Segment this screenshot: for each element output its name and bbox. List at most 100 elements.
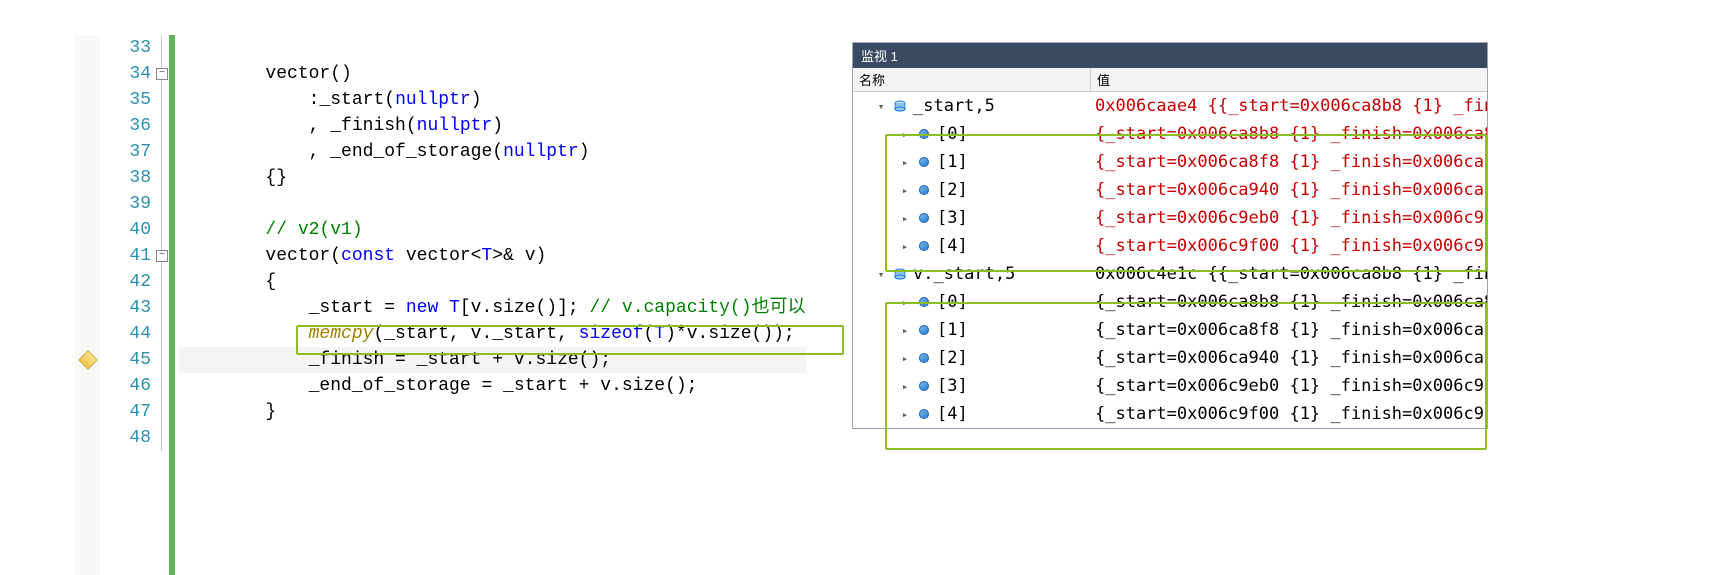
code-line[interactable]: vector() — [179, 61, 806, 87]
line-number: 44 — [100, 321, 151, 347]
line-number: 48 — [100, 425, 151, 451]
watch-header-value[interactable]: 值 — [1091, 68, 1487, 91]
line-number: 43 — [100, 295, 151, 321]
watch-value: {_start=0x006ca940 {1} _finish=0x006ca94… — [1091, 348, 1487, 368]
code-highlight-box — [296, 325, 844, 355]
execution-pointer-icon — [78, 350, 98, 370]
watch-element-icon — [915, 349, 933, 367]
watch-row[interactable]: ▸ [4] {_start=0x006c9f00 {1} _finish=0x006… — [853, 400, 1487, 428]
watch-value: {_start=0x006ca8b8 {1} _finish=0x006ca8b… — [1091, 124, 1487, 144]
code-line[interactable]: , _finish(nullptr) — [179, 113, 806, 139]
watch-name: [0] — [937, 124, 968, 144]
code-line[interactable]: {} — [179, 165, 806, 191]
watch-value: {_start=0x006c9eb0 {1} _finish=0x006c9ec… — [1091, 208, 1487, 228]
watch-name: [1] — [937, 320, 968, 340]
watch-element-icon — [915, 181, 933, 199]
expand-toggle[interactable]: ▸ — [899, 128, 911, 141]
watch-row[interactable]: ▸ [0] {_start=0x006ca8b8 {1} _finish=0x006… — [853, 120, 1487, 148]
code-line[interactable]: // v2(v1) — [179, 217, 806, 243]
expand-toggle[interactable]: ▸ — [899, 324, 911, 337]
fold-toggle[interactable]: − — [156, 250, 168, 262]
watch-row[interactable]: ▸[0]{_start=0x006ca8b8 {1} _finish=0x006… — [853, 288, 1487, 316]
watch-row[interactable]: ▸ [3] {_start=0x006c9eb0 {1} _finish=0x006… — [853, 372, 1487, 400]
line-number: 46 — [100, 373, 151, 399]
code-content[interactable]: vector() :_start(nullptr) , _finish(null… — [175, 35, 806, 575]
watch-value: {_start=0x006c9eb0 {1} _finish=0x006c9ec… — [1091, 376, 1487, 396]
watch-element-icon — [915, 125, 933, 143]
watch-header: 名称 值 — [853, 68, 1487, 92]
watch-value: {_start=0x006ca8f8 {1} _finish=0x006ca90… — [1091, 320, 1487, 340]
code-editor[interactable]: 33343536373839404142434445464748 −− vect… — [0, 0, 806, 575]
watch-title: 监视 1 — [853, 43, 1487, 68]
watch-name: [2] — [937, 180, 968, 200]
expand-toggle[interactable]: ▸ — [899, 212, 911, 225]
watch-row[interactable]: ▸ [2] {_start=0x006ca940 {1} _finish=0x006… — [853, 176, 1487, 204]
watch-name: [3] — [937, 208, 968, 228]
line-number-column: 33343536373839404142434445464748 — [100, 35, 155, 575]
watch-row[interactable]: ▸[1]{_start=0x006ca8f8 {1} _finish=0x006… — [853, 148, 1487, 176]
expand-toggle[interactable]: ▸ — [899, 156, 911, 169]
code-line[interactable]: _start = new T[v.size()]; // v.capacity(… — [179, 295, 806, 321]
watch-name: [4] — [937, 236, 968, 256]
watch-row[interactable]: ▸ [4] {_start=0x006c9f00 {1} _finish=0x006… — [853, 232, 1487, 260]
watch-element-icon — [915, 209, 933, 227]
code-line[interactable] — [179, 425, 806, 451]
watch-name: [2] — [937, 348, 968, 368]
code-line[interactable]: :_start(nullptr) — [179, 87, 806, 113]
fold-column[interactable]: −− — [155, 35, 169, 575]
line-number: 45 — [100, 347, 151, 373]
line-number: 33 — [100, 35, 151, 61]
watch-row[interactable]: ▸ [3] {_start=0x006c9eb0 {1} _finish=0x006… — [853, 204, 1487, 232]
code-line[interactable]: } — [179, 399, 806, 425]
expand-toggle[interactable]: ▸ — [899, 380, 911, 393]
watch-row[interactable]: ▾v._start,50x006c4e1c {{_start=0x006ca8b… — [853, 260, 1487, 288]
watch-row[interactable]: ▾ _start,5 0x006caae4 {{_start=0x006ca8b8 … — [853, 92, 1487, 120]
code-line[interactable]: { — [179, 269, 806, 295]
watch-value: {_start=0x006c9f00 {1} _finish=0x006c9f1… — [1091, 404, 1487, 424]
expand-toggle[interactable]: ▸ — [899, 352, 911, 365]
line-number: 47 — [100, 399, 151, 425]
code-line[interactable] — [179, 35, 806, 61]
line-number: 40 — [100, 217, 151, 243]
line-number: 39 — [100, 191, 151, 217]
watch-row[interactable]: ▸ [1] {_start=0x006ca8f8 {1} _finish=0x006… — [853, 316, 1487, 344]
expand-toggle[interactable]: ▾ — [875, 268, 887, 281]
watch-value: {_start=0x006c9f00 {1} _finish=0x006c9f1… — [1091, 236, 1487, 256]
watch-element-icon — [915, 377, 933, 395]
watch-value: {_start=0x006ca940 {1} _finish=0x006ca94… — [1091, 180, 1487, 200]
line-number: 36 — [100, 113, 151, 139]
line-number: 41 — [100, 243, 151, 269]
watch-row[interactable]: ▸ [2] {_start=0x006ca940 {1} _finish=0x006… — [853, 344, 1487, 372]
watch-name: [4] — [937, 404, 968, 424]
line-number: 38 — [100, 165, 151, 191]
code-line[interactable]: , _end_of_storage(nullptr) — [179, 139, 806, 165]
watch-value: {_start=0x006ca8b8 {1} _finish=0x006ca8b… — [1091, 292, 1487, 312]
watch-name: [3] — [937, 376, 968, 396]
watch-element-icon — [915, 321, 933, 339]
watch-value: {_start=0x006ca8f8 {1} _finish=0x006ca90… — [1091, 152, 1487, 172]
watch-var-icon — [891, 265, 909, 283]
watch-value: 0x006c4e1c {{_start=0x006ca8b8 {1} _fini… — [1091, 264, 1487, 284]
watch-element-icon — [915, 153, 933, 171]
watch-element-icon — [915, 237, 933, 255]
watch-element-icon — [915, 293, 933, 311]
expand-toggle[interactable]: ▸ — [899, 408, 911, 421]
watch-var-icon — [891, 97, 909, 115]
fold-toggle[interactable]: − — [156, 68, 168, 80]
expand-toggle[interactable]: ▾ — [875, 100, 887, 113]
code-line[interactable]: _end_of_storage = _start + v.size(); — [179, 373, 806, 399]
line-number: 35 — [100, 87, 151, 113]
indicator-column — [75, 35, 100, 575]
watch-value: 0x006caae4 {{_start=0x006ca8b8 {1} _fini… — [1091, 96, 1487, 116]
watch-element-icon — [915, 405, 933, 423]
code-line[interactable]: vector(const vector<T>& v) — [179, 243, 806, 269]
editor-margin — [0, 35, 75, 575]
watch-body[interactable]: ▾ _start,5 0x006caae4 {{_start=0x006ca8b8 … — [853, 92, 1487, 428]
watch-panel[interactable]: 监视 1 名称 值 ▾ _start,5 0x006caae4 {{_start=0… — [852, 42, 1488, 429]
code-line[interactable] — [179, 191, 806, 217]
watch-header-name[interactable]: 名称 — [853, 68, 1091, 91]
expand-toggle[interactable]: ▸ — [899, 184, 911, 197]
watch-name: _start,5 — [913, 96, 995, 116]
expand-toggle[interactable]: ▸ — [899, 296, 911, 309]
expand-toggle[interactable]: ▸ — [899, 240, 911, 253]
